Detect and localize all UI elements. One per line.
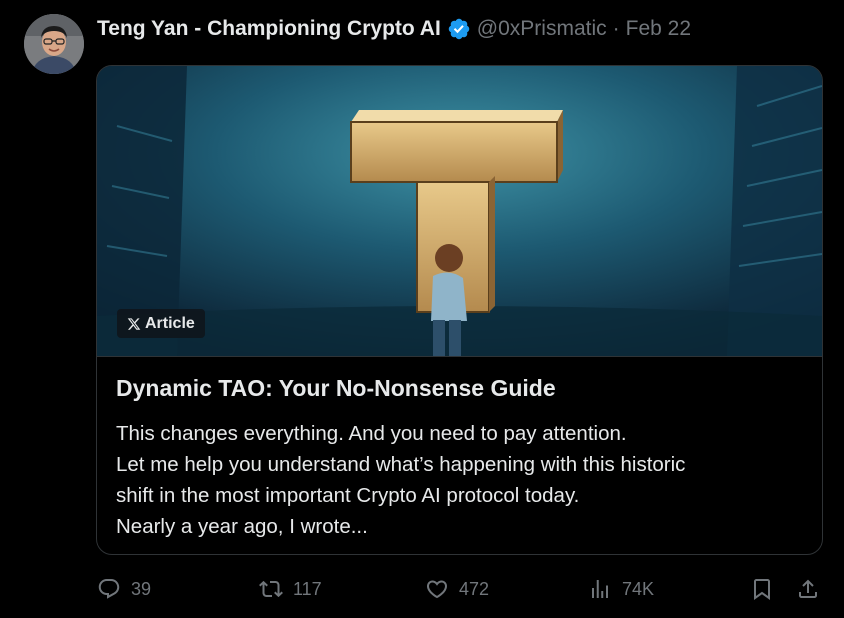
like-button[interactable]: 472 [425, 574, 489, 604]
share-button[interactable] [796, 574, 820, 604]
article-excerpt: This changes everything. And you need to… [116, 418, 806, 542]
excerpt-line: Let me help you understand what’s happen… [116, 453, 686, 476]
views-button[interactable]: 74K [588, 574, 654, 604]
tweet-header: Teng Yan - Championing Crypto AI @0xPris… [97, 14, 691, 44]
repost-button[interactable]: 117 [259, 574, 322, 604]
tweet-date[interactable]: Feb 22 [626, 14, 691, 44]
heart-icon [425, 577, 449, 601]
article-badge-label: Article [145, 314, 195, 332]
tweet: Teng Yan - Championing Crypto AI @0xPris… [0, 0, 844, 618]
article-card[interactable]: Article Dynamic TAO: Your No-Nonsense Gu… [96, 65, 823, 555]
repost-count: 117 [293, 578, 322, 599]
avatar-image [24, 14, 84, 74]
like-count: 472 [459, 578, 490, 599]
separator-dot: · [612, 17, 620, 40]
share-icon [796, 577, 820, 601]
author-handle[interactable]: @0xPrismatic [477, 14, 607, 44]
x-logo-icon [127, 317, 141, 331]
excerpt-line: This changes everything. And you need to… [116, 422, 627, 445]
reply-button[interactable]: 39 [97, 574, 151, 604]
verified-badge-icon[interactable] [447, 17, 471, 41]
views-chart-icon [588, 577, 612, 601]
article-title[interactable]: Dynamic TAO: Your No-Nonsense Guide [116, 373, 806, 403]
author-avatar[interactable] [24, 14, 84, 74]
repost-icon [259, 577, 283, 601]
reply-count: 39 [131, 578, 152, 599]
article-badge: Article [117, 309, 205, 338]
article-cover-image: Article [97, 66, 822, 357]
tweet-actions: 39 117 472 74K [96, 574, 826, 604]
excerpt-line: Nearly a year ago, I wrote... [116, 515, 368, 538]
author-name[interactable]: Teng Yan - Championing Crypto AI [97, 14, 441, 44]
excerpt-line: shift in the most important Crypto AI pr… [116, 484, 580, 507]
bookmark-icon [750, 577, 774, 601]
reply-icon [97, 577, 121, 601]
views-count: 74K [622, 578, 655, 599]
bookmark-button[interactable] [750, 574, 774, 604]
